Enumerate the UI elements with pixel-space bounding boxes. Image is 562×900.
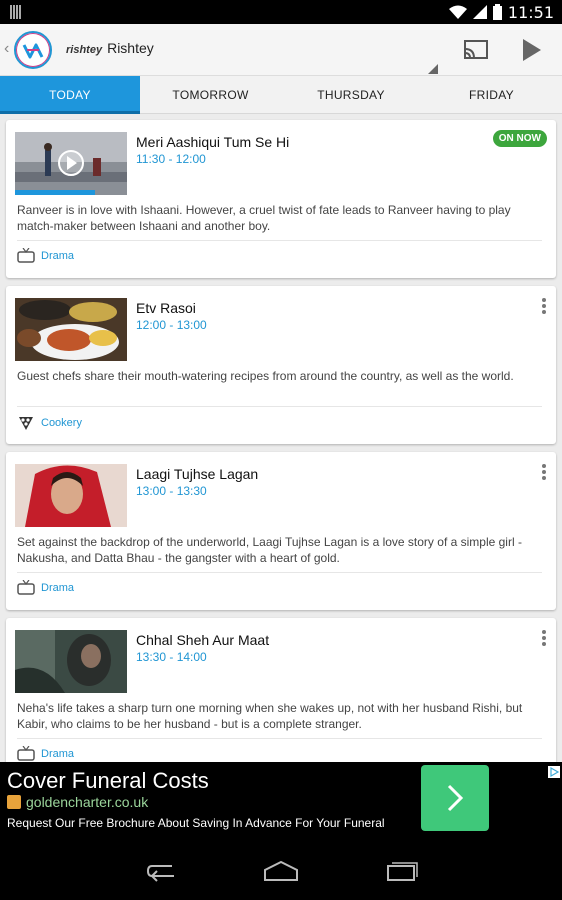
program-description: Neha's life takes a sharp turn one morni… [17,701,523,731]
program-card[interactable]: Laagi Tujhse Lagan 13:00 - 13:30 Set aga… [6,452,556,610]
chevron-right-icon [447,784,464,812]
action-bar: ‹ rishtey Rishtey [0,24,562,76]
genre-label: Drama [41,249,75,262]
status-bar: 11:51 [0,0,562,24]
ad-body-text: Request Our Free Brochure About Saving I… [7,816,385,830]
thumbnail-image [15,298,127,361]
divider [17,406,542,407]
channel-title: Rishtey [107,40,154,56]
program-title: Laagi Tujhse Lagan [136,466,259,482]
program-thumbnail[interactable] [15,298,127,361]
program-card[interactable]: Meri Aashiqui Tum Se Hi 11:30 - 12:00 ON… [6,120,556,278]
program-description: Ranveer is in love with Ishaani. However… [17,203,511,233]
thumbnail-image [15,132,127,195]
overflow-menu-icon[interactable] [541,464,547,482]
signal-icon [472,5,487,19]
app-logo-icon [22,43,44,59]
play-icon[interactable] [520,36,544,64]
tab-today[interactable]: TODAY [0,76,140,114]
tv-icon [17,746,35,761]
clock: 11:51 [507,2,554,22]
program-genre[interactable]: Drama [17,580,74,595]
program-genre[interactable]: Drama [17,248,74,263]
overflow-menu-icon[interactable] [541,298,547,316]
progress-bar-fill [15,190,95,195]
divider [17,572,542,573]
tv-icon [17,248,35,263]
program-time: 12:00 - 13:00 [136,318,207,332]
dropdown-indicator-icon[interactable] [428,64,438,74]
program-thumbnail[interactable] [15,630,127,693]
program-genre[interactable]: Cookery [17,414,82,432]
home-icon[interactable] [263,860,299,882]
chef-hat-icon [19,417,33,430]
tv-icon [17,580,35,595]
notification-icon [10,5,21,19]
program-title: Chhal Sheh Aur Maat [136,632,270,648]
program-time: 11:30 - 12:00 [136,152,206,166]
tab-tomorrow[interactable]: TOMORROW [140,76,281,114]
program-list[interactable]: Meri Aashiqui Tum Se Hi 11:30 - 12:00 ON… [0,114,562,762]
back-icon[interactable] [144,860,180,882]
program-thumbnail[interactable] [15,132,127,195]
genre-label: Cookery [41,417,82,429]
channel-logo: rishtey [66,44,103,56]
genre-label: Drama [41,747,75,760]
ad-title[interactable]: Cover Funeral Costs [7,768,209,794]
day-tabs: TODAY TOMORROW THURSDAY FRIDAY [0,76,562,114]
program-title: Etv Rasoi [136,300,196,316]
program-genre[interactable]: Drama [17,746,74,761]
battery-icon [492,4,502,20]
tab-thursday[interactable]: THURSDAY [281,76,421,114]
app-logo[interactable] [14,31,52,69]
ad-open-button[interactable] [421,765,489,831]
program-card[interactable]: Etv Rasoi 12:00 - 13:00 Guest chefs shar… [6,286,556,444]
on-now-badge: ON NOW [492,130,547,147]
ad-url[interactable]: goldencharter.co.uk [26,794,148,810]
wifi-icon [448,5,467,19]
divider [17,240,542,241]
back-chevron-icon[interactable]: ‹ [4,40,9,58]
tab-friday[interactable]: FRIDAY [421,76,562,114]
ad-banner[interactable]: Cover Funeral Costs goldencharter.co.uk … [0,762,562,840]
program-title: Meri Aashiqui Tum Se Hi [136,134,290,150]
channel-header: rishtey Rishtey [66,40,154,56]
recent-apps-icon[interactable] [384,860,420,882]
ad-favicon-icon [7,795,21,809]
program-card[interactable]: Chhal Sheh Aur Maat 13:30 - 14:00 Neha's… [6,618,556,762]
ad-choices-icon[interactable] [548,766,560,778]
program-thumbnail[interactable] [15,464,127,527]
divider [17,738,542,739]
program-time: 13:30 - 14:00 [136,650,207,664]
program-time: 13:00 - 13:30 [136,484,207,498]
program-description: Set against the backdrop of the underwor… [17,535,522,565]
program-description: Guest chefs share their mouth-watering r… [17,369,514,383]
thumbnail-image [15,630,127,693]
thumbnail-image [15,464,127,527]
system-nav-bar [0,840,562,900]
cast-icon[interactable] [462,36,490,64]
overflow-menu-icon[interactable] [541,630,547,648]
genre-label: Drama [41,581,75,594]
